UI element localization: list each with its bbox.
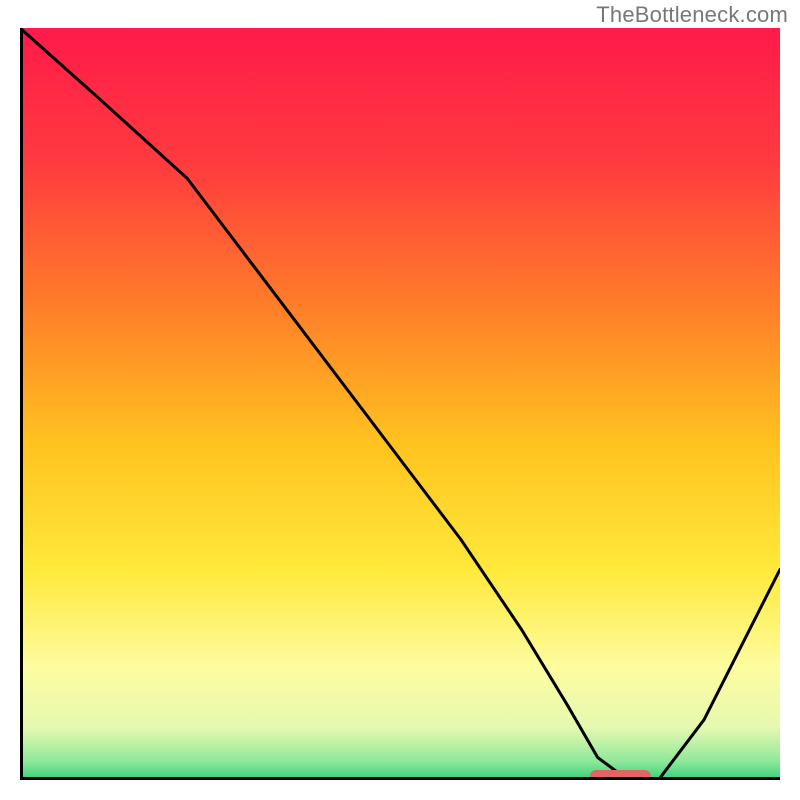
gradient-background (20, 28, 780, 780)
watermark-text: TheBottleneck.com (596, 2, 788, 28)
plot-svg (20, 28, 780, 780)
plot-frame (20, 28, 780, 780)
chart-container: TheBottleneck.com (0, 0, 800, 800)
